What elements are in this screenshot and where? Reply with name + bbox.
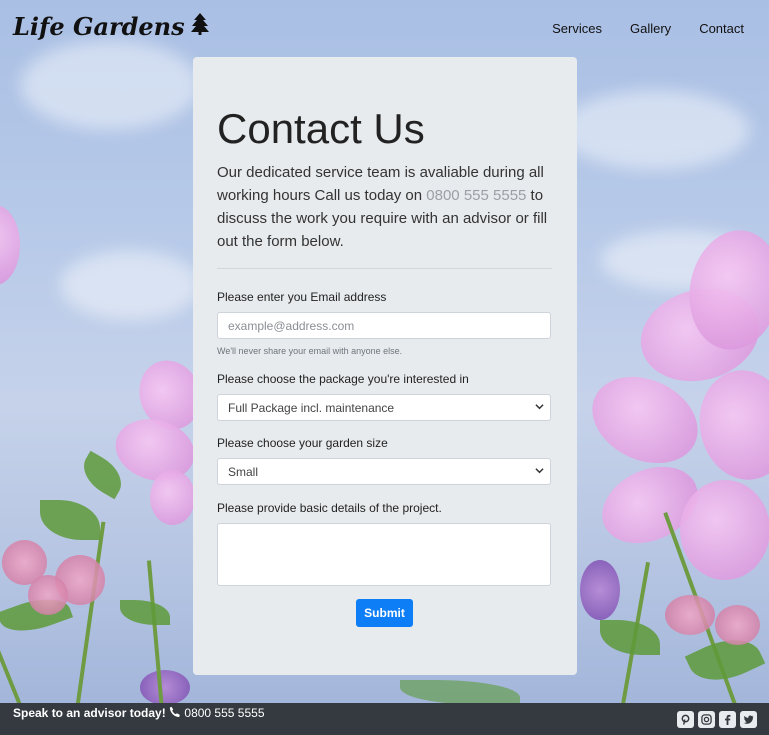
nav-contact[interactable]: Contact [699,21,744,36]
submit-button[interactable]: Submit [356,599,413,627]
site-header: Life Gardens Services Gallery Contact [0,0,769,56]
package-label: Please choose the package you're interes… [217,372,469,386]
contact-card: Contact Us Our dedicated service team is… [193,57,577,675]
divider [217,268,552,269]
package-select[interactable]: Full Package incl. maintenance [217,394,551,421]
intro-text: Our dedicated service team is avaliable … [217,161,557,253]
pinterest-icon[interactable] [677,711,694,728]
footer-phone[interactable]: 0800 555 5555 [184,706,264,720]
nav-gallery[interactable]: Gallery [630,21,671,36]
page-title: Contact Us [217,105,425,152]
social-links [677,711,757,728]
package-selected-value: Full Package incl. maintenance [228,400,395,415]
size-label: Please choose your garden size [217,436,388,450]
size-select[interactable]: Small [217,458,551,485]
email-hint: We'll never share your email with anyone… [217,346,403,356]
email-field[interactable]: example@address.com [217,312,551,339]
size-selected-value: Small [228,464,259,479]
instagram-icon[interactable] [698,711,715,728]
tree-icon [190,12,209,41]
phone-icon [169,706,184,720]
chevron-down-icon [535,402,544,414]
main-nav: Services Gallery Contact [552,21,744,36]
phone-link[interactable]: 0800 555 5555 [426,187,526,204]
details-label: Please provide basic details of the proj… [217,501,442,515]
facebook-icon[interactable] [719,711,736,728]
site-logo[interactable]: Life Gardens [13,12,209,41]
twitter-icon[interactable] [740,711,757,728]
chevron-down-icon [535,466,544,478]
details-textarea[interactable] [217,523,551,586]
logo-text: Life Gardens [13,12,185,41]
footer-cta: Speak to an advisor today! 0800 555 5555 [13,706,265,720]
nav-services[interactable]: Services [552,21,602,36]
footer-cta-text: Speak to an advisor today! [13,706,166,720]
site-footer: Speak to an advisor today! 0800 555 5555 [0,703,769,735]
email-label: Please enter you Email address [217,290,387,304]
